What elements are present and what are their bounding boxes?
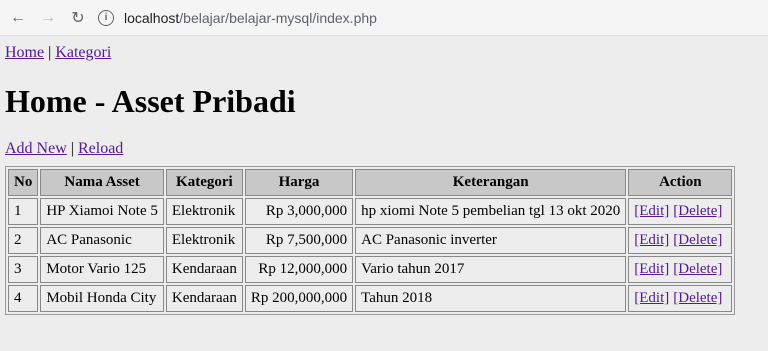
asset-table: No Nama Asset Kategori Harga Keterangan … (5, 165, 736, 315)
cell-kategori: Kendaraan (165, 255, 243, 283)
add-new-link[interactable]: Add New (5, 140, 67, 157)
delete-link[interactable]: [Delete] (673, 232, 722, 248)
action-links: Add New | Reload (5, 140, 763, 158)
reload-link[interactable]: Reload (78, 140, 123, 157)
cell-nama: AC Panasonic (40, 226, 164, 254)
url-host: localhost (124, 9, 180, 26)
header-action: Action (628, 168, 733, 196)
header-no: No (8, 168, 39, 196)
cell-action: [Edit] [Delete] (628, 284, 733, 312)
reload-icon[interactable]: ↻ (66, 6, 90, 30)
top-navigation: Home | Kategori (5, 44, 763, 62)
cell-harga: Rp 7,500,000 (244, 226, 354, 254)
delete-link[interactable]: [Delete] (673, 203, 722, 219)
delete-link[interactable]: [Delete] (673, 290, 722, 306)
cell-keterangan: AC Panasonic inverter (355, 226, 627, 254)
info-icon[interactable]: i (98, 9, 114, 26)
browser-toolbar: ← → ↻ i localhost/belajar/belajar-mysql/… (0, 0, 768, 36)
back-arrow-icon[interactable]: ← (6, 6, 30, 30)
table-row: 2 AC Panasonic Elektronik Rp 7,500,000 A… (8, 226, 733, 254)
page-content: Home | Kategori Home - Asset Pribadi Add… (0, 36, 768, 315)
nav-separator: | (48, 44, 52, 61)
cell-no: 4 (8, 284, 39, 312)
cell-kategori: Elektronik (165, 197, 243, 225)
cell-keterangan: Tahun 2018 (355, 284, 627, 312)
cell-keterangan: hp xiomi Note 5 pembelian tgl 13 okt 202… (355, 197, 627, 225)
table-row: 4 Mobil Honda City Kendaraan Rp 200,000,… (8, 284, 733, 312)
url-path: /belajar/belajar-mysql/index.php (179, 9, 377, 26)
cell-nama: HP Xiamoi Note 5 (40, 197, 164, 225)
cell-no: 3 (8, 255, 39, 283)
cell-harga: Rp 3,000,000 (244, 197, 354, 225)
cell-no: 2 (8, 226, 39, 254)
header-nama-asset: Nama Asset (40, 168, 164, 196)
table-header-row: No Nama Asset Kategori Harga Keterangan … (8, 168, 733, 196)
cell-kategori: Kendaraan (165, 284, 243, 312)
cell-no: 1 (8, 197, 39, 225)
header-harga: Harga (244, 168, 354, 196)
action-separator: | (70, 139, 74, 157)
cell-kategori: Elektronik (165, 226, 243, 254)
header-keterangan: Keterangan (355, 168, 627, 196)
address-bar[interactable]: i localhost/belajar/belajar-mysql/index.… (98, 5, 762, 31)
edit-link[interactable]: [Edit] (634, 261, 669, 277)
cell-keterangan: Vario tahun 2017 (355, 255, 627, 283)
cell-action: [Edit] [Delete] (628, 197, 733, 225)
page-title: Home - Asset Pribadi (5, 83, 296, 119)
cell-action: [Edit] [Delete] (628, 255, 733, 283)
delete-link[interactable]: [Delete] (673, 261, 722, 277)
cell-action: [Edit] [Delete] (628, 226, 733, 254)
cell-harga: Rp 12,000,000 (244, 255, 354, 283)
cell-nama: Mobil Honda City (40, 284, 164, 312)
cell-harga: Rp 200,000,000 (244, 284, 354, 312)
forward-arrow-icon[interactable]: → (36, 6, 60, 30)
edit-link[interactable]: [Edit] (634, 290, 669, 306)
nav-link-kategori[interactable]: Kategori (55, 44, 111, 61)
edit-link[interactable]: [Edit] (634, 232, 669, 248)
header-kategori: Kategori (165, 168, 243, 196)
nav-link-home[interactable]: Home (5, 44, 44, 61)
cell-nama: Motor Vario 125 (40, 255, 164, 283)
edit-link[interactable]: [Edit] (634, 203, 669, 219)
table-row: 3 Motor Vario 125 Kendaraan Rp 12,000,00… (8, 255, 733, 283)
table-row: 1 HP Xiamoi Note 5 Elektronik Rp 3,000,0… (8, 197, 733, 225)
